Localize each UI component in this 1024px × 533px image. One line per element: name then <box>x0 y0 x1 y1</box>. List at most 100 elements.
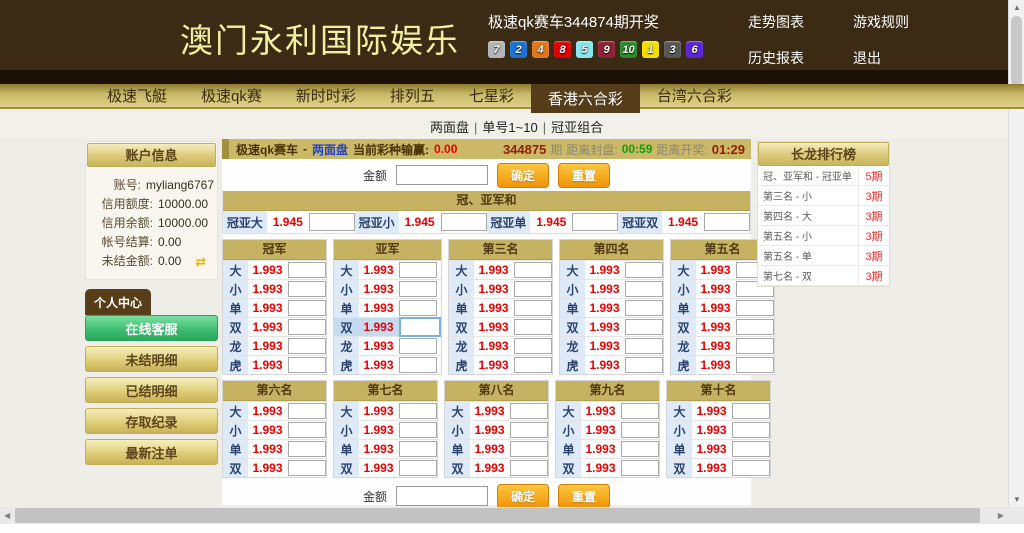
nav-tab-3[interactable]: 排列五 <box>373 84 452 107</box>
bet-amount-input[interactable] <box>288 338 326 354</box>
bet-amount-input[interactable] <box>621 441 659 457</box>
nav-tab-2[interactable]: 新时时彩 <box>279 84 373 107</box>
bet-amount-input[interactable] <box>736 319 774 335</box>
header-link-3[interactable]: 退出 <box>853 48 958 68</box>
bet-amount-input[interactable] <box>736 338 774 354</box>
bet-amount-input[interactable] <box>288 422 326 438</box>
bet-option-label: 单 <box>334 440 359 458</box>
bet-amount-input[interactable] <box>621 460 659 476</box>
bet-amount-input[interactable] <box>625 357 663 373</box>
bet-amount-input[interactable] <box>288 441 326 457</box>
sidebar-menu-item-4[interactable]: 最新注单 <box>85 439 218 465</box>
nav-tab-1[interactable]: 极速qk赛 <box>184 84 279 107</box>
sum-bet-input[interactable] <box>441 213 487 231</box>
bet-amount-input[interactable] <box>625 338 663 354</box>
sub-nav-link-0[interactable]: 两面盘 <box>430 120 469 135</box>
personal-center-tab[interactable]: 个人中心 <box>85 289 151 315</box>
bet-odds: 1.993 <box>585 263 624 277</box>
sum-bet-input[interactable] <box>572 213 618 231</box>
bet-amount-input[interactable] <box>625 300 663 316</box>
vertical-scrollbar-thumb[interactable] <box>1011 16 1022 86</box>
sidebar-menu-item-2[interactable]: 已结明细 <box>85 377 218 403</box>
nav-tab-6[interactable]: 台湾六合彩 <box>640 84 749 107</box>
bet-amount-input[interactable] <box>514 357 552 373</box>
bet-amount-input[interactable] <box>736 357 774 373</box>
streak-ranking-row: 第三名 - 小3期 <box>758 186 889 206</box>
horizontal-scrollbar-thumb[interactable] <box>15 508 980 523</box>
account-field-row: 信用额度:10000.00 <box>89 195 214 214</box>
header-link-1[interactable]: 游戏规则 <box>853 12 958 32</box>
sub-nav-link-2[interactable]: 冠亚组合 <box>551 120 603 135</box>
bet-amount-input[interactable] <box>510 403 548 419</box>
sub-nav-link-1[interactable]: 单号1~10 <box>482 120 537 135</box>
bet-amount-input[interactable] <box>399 317 441 337</box>
bet-amount-input[interactable] <box>288 403 326 419</box>
reset-button[interactable]: 重置 <box>558 484 610 509</box>
bet-amount-input[interactable] <box>510 460 548 476</box>
bet-amount-input[interactable] <box>288 281 326 297</box>
header-link-2[interactable]: 历史报表 <box>748 48 853 68</box>
vertical-scrollbar[interactable]: ▲ ▼ <box>1008 0 1024 507</box>
nav-tab-0[interactable]: 极速飞艇 <box>90 84 184 107</box>
bet-amount-input[interactable] <box>399 422 437 438</box>
scroll-up-icon[interactable]: ▲ <box>1013 3 1021 12</box>
bet-amount-input[interactable] <box>399 300 437 316</box>
sidebar-menu-item-0[interactable]: 在线客服 <box>85 315 218 341</box>
bet-amount-input[interactable] <box>399 357 437 373</box>
bet-odds: 1.993 <box>474 339 513 353</box>
bet-amount-input[interactable] <box>732 422 770 438</box>
nav-tab-4[interactable]: 七星彩 <box>452 84 531 107</box>
amount-label: 金额 <box>363 488 387 505</box>
bet-amount-input[interactable] <box>288 357 326 373</box>
sidebar-menu-item-3[interactable]: 存取纪录 <box>85 408 218 434</box>
header-link-0[interactable]: 走势图表 <box>748 12 853 32</box>
bet-amount-input[interactable] <box>510 441 548 457</box>
amount-input[interactable] <box>396 486 488 506</box>
bet-amount-input[interactable] <box>514 300 552 316</box>
bet-amount-input[interactable] <box>732 460 770 476</box>
horizontal-scrollbar[interactable]: ◀ ▶ <box>0 507 1008 524</box>
scroll-right-icon[interactable]: ▶ <box>998 511 1004 520</box>
bet-cell: 双1.993 <box>223 317 326 336</box>
bet-amount-input[interactable] <box>288 460 326 476</box>
bet-amount-input[interactable] <box>399 338 437 354</box>
bet-amount-input[interactable] <box>732 441 770 457</box>
bet-amount-input[interactable] <box>399 262 437 278</box>
sum-bet-input[interactable] <box>704 213 750 231</box>
sidebar-menu-item-1[interactable]: 未结明细 <box>85 346 218 372</box>
lottery-ball: 1 <box>642 41 659 58</box>
bet-amount-input[interactable] <box>625 319 663 335</box>
bet-amount-input[interactable] <box>621 403 659 419</box>
bet-amount-input[interactable] <box>621 422 659 438</box>
bet-amount-input[interactable] <box>510 422 548 438</box>
scroll-down-icon[interactable]: ▼ <box>1013 495 1021 504</box>
bet-amount-input[interactable] <box>399 441 437 457</box>
bet-amount-input[interactable] <box>288 319 326 335</box>
right-sidebar: 长龙排行榜 冠、亚军和 - 冠亚单5期第三名 - 小3期第四名 - 大3期第五名… <box>757 141 890 287</box>
refresh-icon[interactable]: ⇄ <box>195 252 206 271</box>
bet-amount-input[interactable] <box>399 281 437 297</box>
bet-amount-input[interactable] <box>288 300 326 316</box>
bet-amount-input[interactable] <box>736 300 774 316</box>
bet-odds: 1.993 <box>696 301 735 315</box>
bet-amount-input[interactable] <box>514 281 552 297</box>
confirm-button[interactable]: 确定 <box>497 484 549 509</box>
bet-cell: 大1.993 <box>667 401 770 420</box>
confirm-button[interactable]: 确定 <box>497 163 549 188</box>
sum-bet-input[interactable] <box>309 213 355 231</box>
nav-tab-5[interactable]: 香港六合彩 <box>531 84 640 113</box>
bet-amount-input[interactable] <box>514 262 552 278</box>
bet-amount-input[interactable] <box>625 281 663 297</box>
bet-amount-input[interactable] <box>625 262 663 278</box>
bet-amount-input[interactable] <box>399 403 437 419</box>
status-separator: - <box>303 142 307 156</box>
bet-amount-input[interactable] <box>399 460 437 476</box>
bet-amount-input[interactable] <box>288 262 326 278</box>
bet-amount-input[interactable] <box>732 403 770 419</box>
amount-input[interactable] <box>396 165 488 185</box>
scroll-left-icon[interactable]: ◀ <box>4 511 10 520</box>
bet-amount-input[interactable] <box>514 319 552 335</box>
reset-button[interactable]: 重置 <box>558 163 610 188</box>
bet-column: 第三名大1.993小1.993单1.993双1.993龙1.993虎1.993 <box>448 239 553 375</box>
bet-amount-input[interactable] <box>514 338 552 354</box>
